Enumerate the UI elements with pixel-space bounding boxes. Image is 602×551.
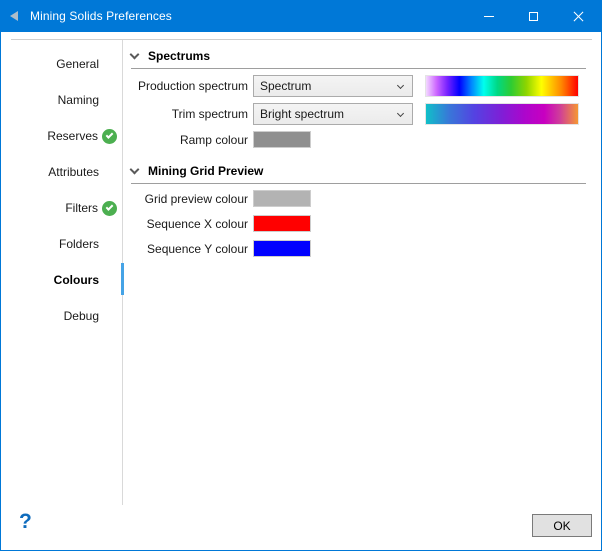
sidebar-item-label: Attributes	[48, 165, 99, 179]
sidebar-item-filters[interactable]: Filters	[1, 190, 122, 226]
sidebar-item-label: Folders	[59, 237, 99, 251]
check-circle-icon	[102, 129, 117, 144]
sidebar-item-colours[interactable]: Colours	[1, 262, 122, 298]
section-title: Mining Grid Preview	[148, 164, 263, 178]
trim-spectrum-dropdown[interactable]: Bright spectrum	[253, 103, 413, 125]
trim-spectrum-preview	[425, 103, 579, 125]
close-button[interactable]	[556, 0, 601, 32]
dropdown-value: Bright spectrum	[260, 107, 398, 121]
minimize-button[interactable]	[466, 0, 511, 32]
maximize-button[interactable]	[511, 0, 556, 32]
field-label: Trim spectrum	[131, 107, 248, 121]
preferences-window: Mining Solids Preferences General Naming…	[0, 0, 602, 551]
section-divider	[131, 68, 586, 69]
production-spectrum-dropdown[interactable]: Spectrum	[253, 75, 413, 97]
sidebar-item-reserves[interactable]: Reserves	[1, 118, 122, 154]
close-icon	[573, 11, 584, 22]
section-spectrums: Spectrums Production spectrum Spectrum T…	[131, 49, 591, 148]
colours-panel: Spectrums Production spectrum Spectrum T…	[123, 40, 601, 505]
help-button[interactable]: ?	[19, 510, 32, 534]
ramp-colour-swatch[interactable]	[253, 131, 311, 148]
section-rows: Grid preview colour Sequence X colour Se…	[131, 190, 591, 257]
app-back-triangle-icon	[10, 11, 18, 21]
dropdown-value: Spectrum	[260, 79, 398, 93]
sidebar-item-naming[interactable]: Naming	[1, 82, 122, 118]
sequence-y-colour-swatch[interactable]	[253, 240, 311, 257]
minimize-icon	[484, 16, 494, 17]
production-spectrum-row: Production spectrum Spectrum	[131, 75, 591, 97]
ok-button[interactable]: OK	[532, 514, 592, 537]
grid-preview-colour-swatch[interactable]	[253, 190, 311, 207]
sequence-y-colour-row: Sequence Y colour	[131, 240, 591, 257]
section-header-mining-grid-preview[interactable]: Mining Grid Preview	[131, 164, 591, 178]
section-rows: Production spectrum Spectrum Trim spectr…	[131, 75, 591, 148]
titlebar[interactable]: Mining Solids Preferences	[1, 0, 601, 32]
checkmark-icon	[106, 131, 114, 139]
dialog-body: General Naming Reserves Attributes Filte…	[1, 40, 601, 505]
chevron-down-icon	[397, 81, 404, 88]
ramp-colour-row: Ramp colour	[131, 131, 591, 148]
section-mining-grid-preview: Mining Grid Preview Grid preview colour …	[131, 164, 591, 257]
sidebar-item-debug[interactable]: Debug	[1, 298, 122, 334]
grid-preview-colour-row: Grid preview colour	[131, 190, 591, 207]
selected-item-accent	[121, 263, 124, 295]
field-label: Ramp colour	[131, 133, 248, 147]
sidebar-item-folders[interactable]: Folders	[1, 226, 122, 262]
production-spectrum-preview	[425, 75, 579, 97]
field-label: Production spectrum	[131, 79, 248, 93]
section-header-spectrums[interactable]: Spectrums	[131, 49, 591, 63]
sidebar-item-general[interactable]: General	[1, 46, 122, 82]
sidebar: General Naming Reserves Attributes Filte…	[1, 40, 123, 505]
field-label: Sequence Y colour	[131, 242, 248, 256]
chevron-down-icon	[130, 49, 140, 59]
chevron-down-icon	[130, 164, 140, 174]
trim-spectrum-row: Trim spectrum Bright spectrum	[131, 103, 591, 125]
caption-buttons	[466, 0, 601, 32]
field-label: Sequence X colour	[131, 217, 248, 231]
dialog-footer: ? OK	[1, 505, 601, 550]
sidebar-item-label: Reserves	[47, 129, 98, 143]
sidebar-item-label: General	[56, 57, 99, 71]
sidebar-item-label: Naming	[58, 93, 99, 107]
sidebar-item-label: Debug	[64, 309, 99, 323]
sidebar-item-label: Colours	[54, 273, 99, 287]
field-label: Grid preview colour	[131, 192, 248, 206]
sequence-x-colour-swatch[interactable]	[253, 215, 311, 232]
chevron-down-icon	[397, 109, 404, 116]
window-title: Mining Solids Preferences	[30, 9, 172, 23]
sidebar-item-attributes[interactable]: Attributes	[1, 154, 122, 190]
check-circle-icon	[102, 201, 117, 216]
sequence-x-colour-row: Sequence X colour	[131, 215, 591, 232]
sidebar-item-label: Filters	[65, 201, 98, 215]
maximize-icon	[529, 12, 538, 21]
checkmark-icon	[106, 203, 114, 211]
section-title: Spectrums	[148, 49, 210, 63]
section-divider	[131, 183, 586, 184]
